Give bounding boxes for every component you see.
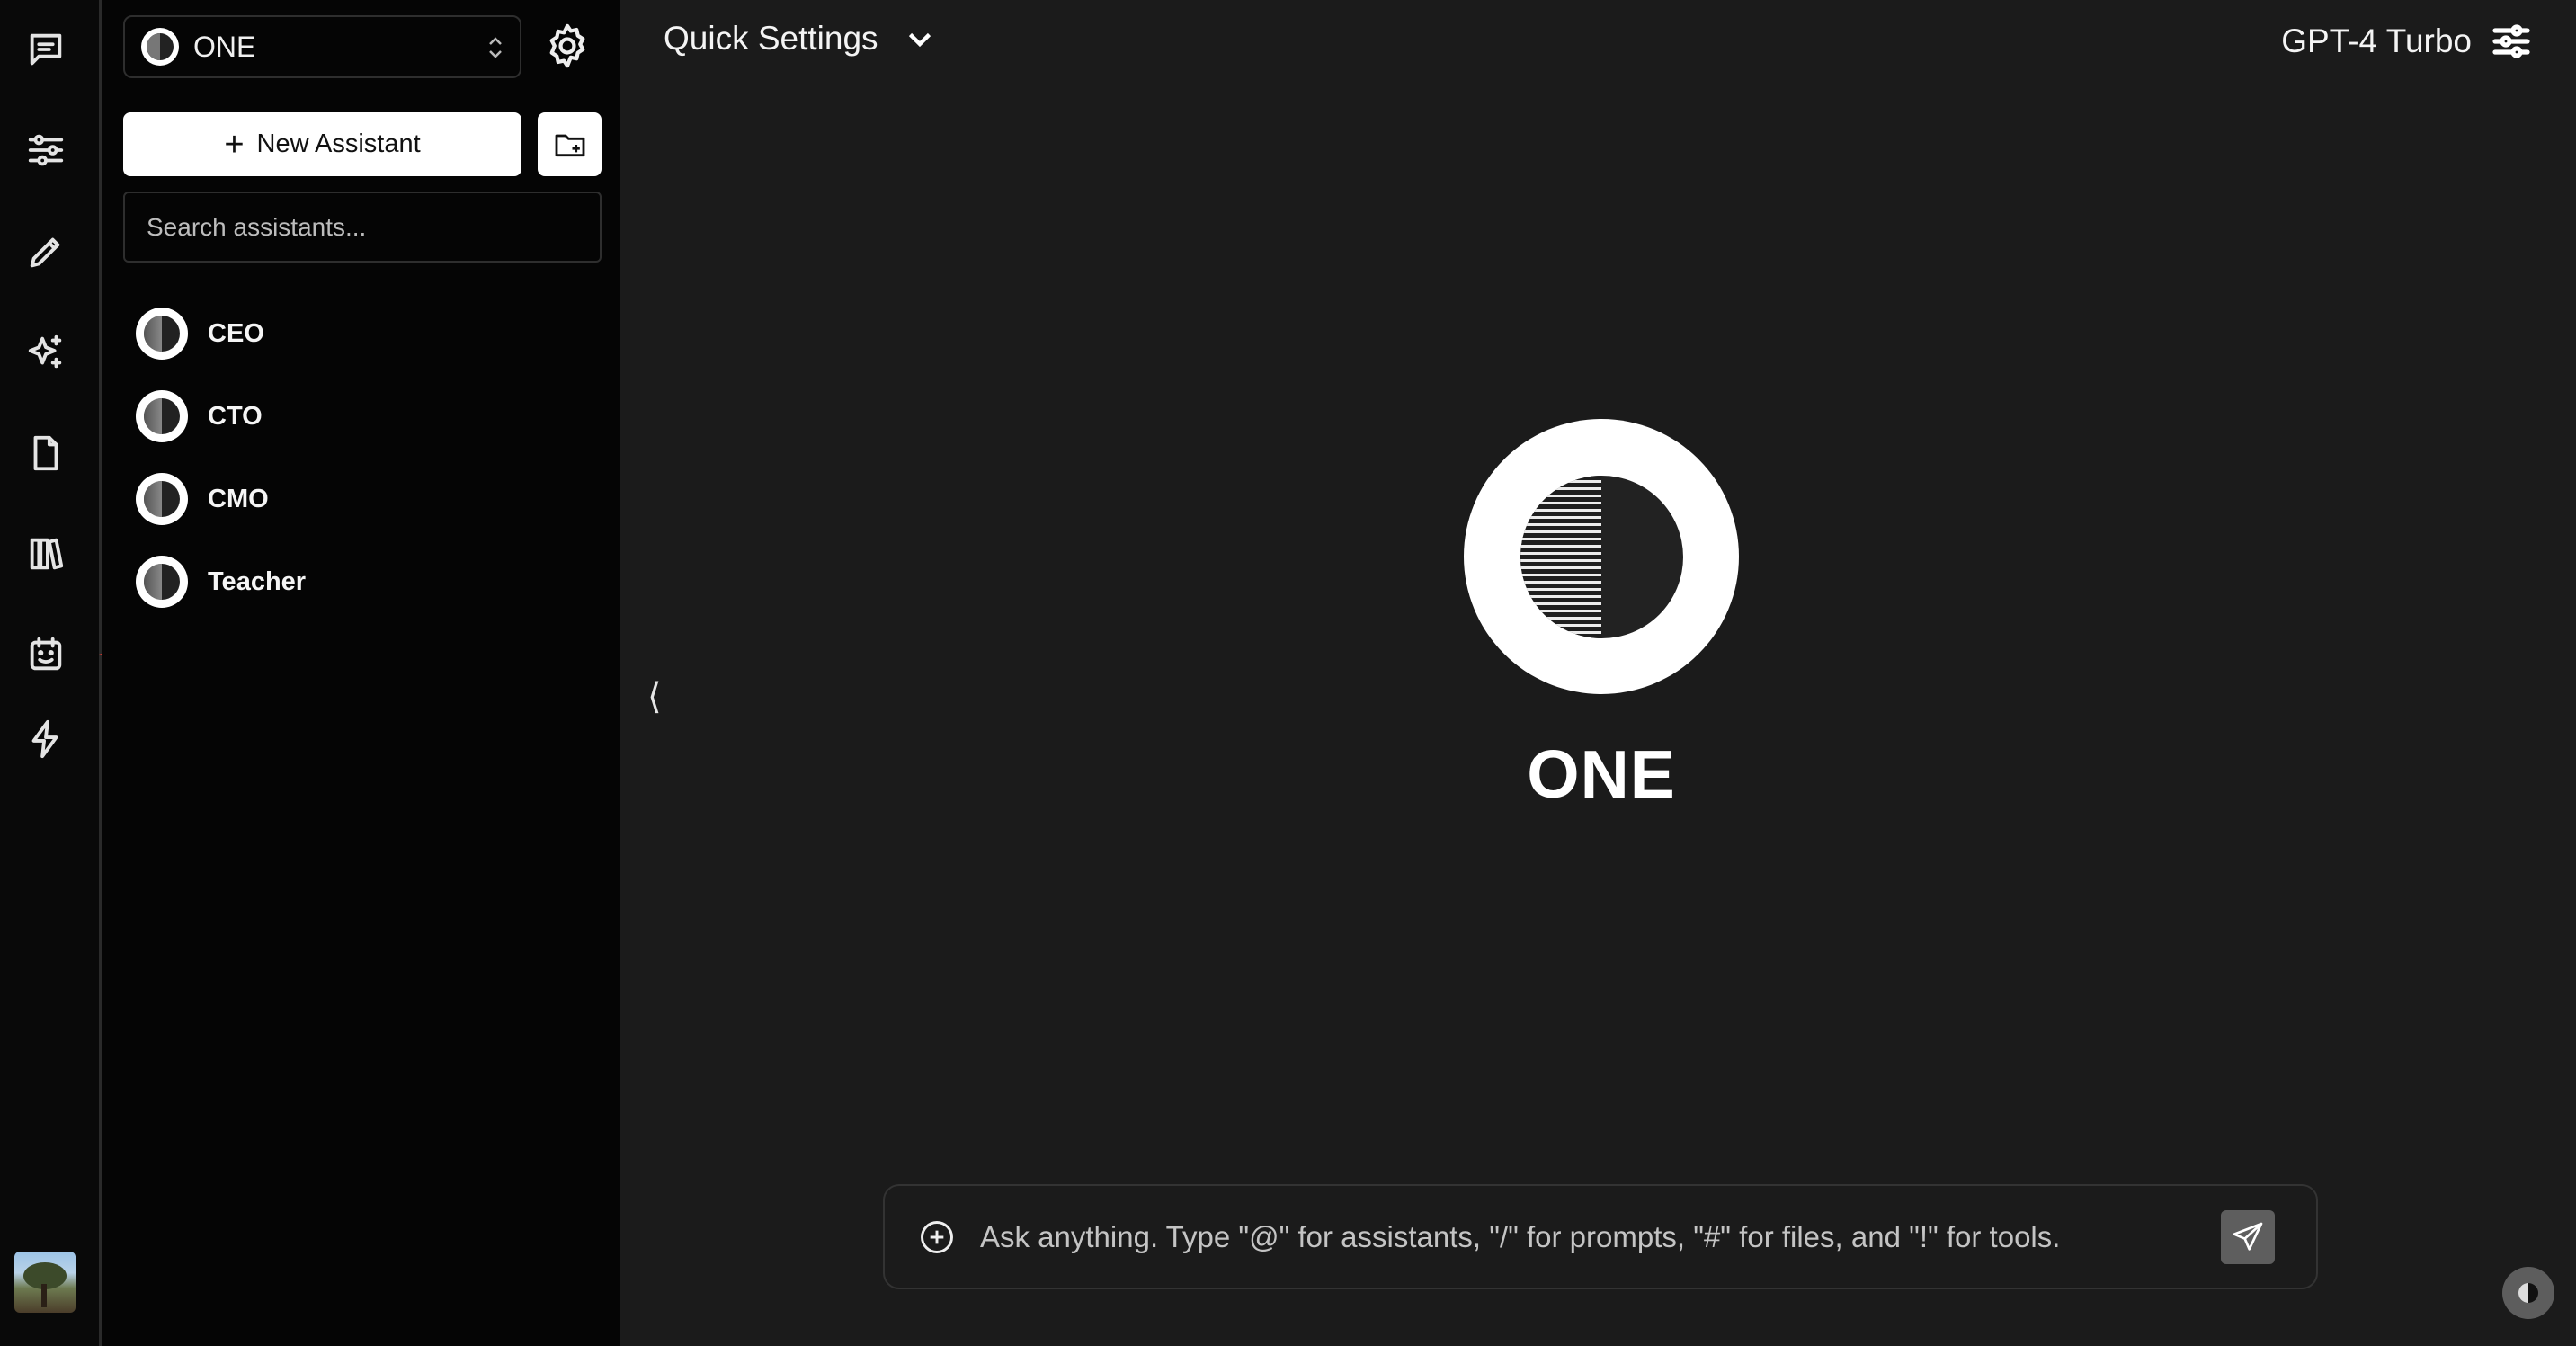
help-logo-icon[interactable]: [2502, 1267, 2554, 1319]
chat-main: Quick Settings GPT-4 Turbo ⟨ ONE: [620, 0, 2576, 1346]
assistant-name: CTO: [208, 401, 263, 431]
one-logo-icon: [141, 28, 179, 66]
assistant-avatar-icon: [136, 308, 188, 360]
assistant-avatar-icon: [136, 390, 188, 442]
new-assistant-label: New Assistant: [256, 129, 421, 158]
message-composer: [883, 1184, 2318, 1289]
assistant-item-cmo[interactable]: CMO: [136, 471, 567, 527]
new-assistant-button[interactable]: + New Assistant: [123, 112, 521, 176]
add-circle-icon[interactable]: [917, 1217, 957, 1257]
bot-icon[interactable]: [24, 633, 67, 676]
gear-icon[interactable]: [542, 21, 593, 71]
sliders-icon: [2492, 24, 2530, 58]
assistant-name: Teacher: [208, 566, 307, 596]
message-input[interactable]: [978, 1218, 2221, 1255]
quick-settings-label: Quick Settings: [664, 20, 878, 57]
sparkles-icon[interactable]: [24, 331, 67, 374]
sliders-icon[interactable]: [24, 129, 67, 172]
collapse-sidebar-button[interactable]: ⟨: [647, 676, 662, 718]
chat-icon[interactable]: [24, 28, 67, 71]
one-logo-icon: [1464, 419, 1739, 694]
plus-icon: +: [224, 125, 245, 164]
new-folder-button[interactable]: [538, 112, 602, 176]
avatar[interactable]: [14, 1252, 76, 1313]
pencil-icon[interactable]: [24, 230, 67, 273]
search-assistants-input[interactable]: [123, 192, 602, 263]
assistant-name: CMO: [208, 484, 269, 513]
model-selector[interactable]: GPT-4 Turbo: [2281, 20, 2533, 63]
folder-plus-icon: [555, 134, 584, 156]
selector-label: ONE: [193, 30, 256, 63]
assistant-avatar-icon: [136, 473, 188, 525]
chevron-updown-icon: [489, 37, 502, 58]
quick-settings-dropdown[interactable]: Quick Settings: [664, 20, 936, 58]
icon-rail: [0, 0, 102, 1346]
chevron-down-icon: [908, 32, 931, 48]
assistant-item-teacher[interactable]: Teacher: [136, 554, 567, 610]
model-label: GPT-4 Turbo: [2281, 22, 2472, 59]
assistant-title: ONE: [1527, 736, 1676, 812]
assistant-name: CEO: [208, 318, 264, 348]
assistant-selector[interactable]: ONE: [123, 15, 521, 78]
assistant-item-ceo[interactable]: CEO: [136, 306, 567, 361]
send-button[interactable]: [2221, 1209, 2275, 1264]
lightning-icon[interactable]: [24, 718, 67, 761]
document-icon[interactable]: [24, 432, 67, 475]
library-icon[interactable]: [24, 532, 67, 575]
assistant-sidebar: ONE + New Assistant CEO CTO CMO Teacher: [102, 0, 620, 1346]
send-icon: [2233, 1222, 2263, 1251]
assistant-item-cto[interactable]: CTO: [136, 388, 567, 444]
assistant-avatar-icon: [136, 556, 188, 608]
